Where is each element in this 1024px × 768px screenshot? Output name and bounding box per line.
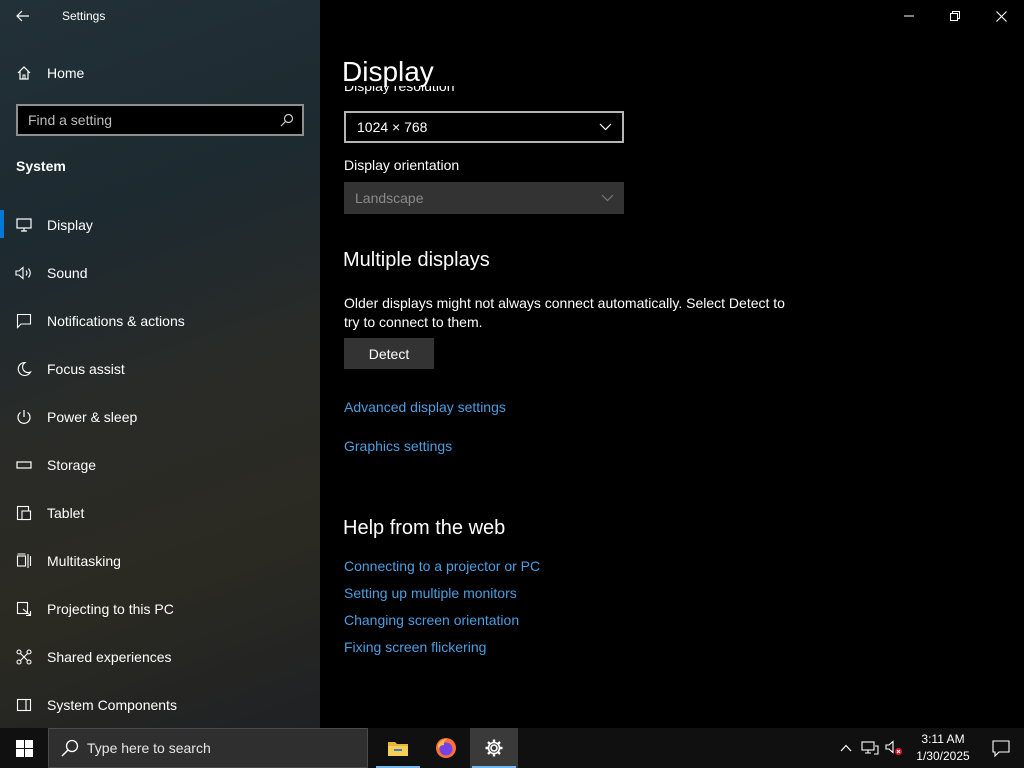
sidebar-item-projecting[interactable]: Projecting to this PC: [0, 589, 320, 629]
detect-button[interactable]: Detect: [344, 338, 434, 369]
projecting-icon: [0, 601, 48, 617]
volume-button[interactable]: [882, 728, 906, 768]
search-icon: [280, 113, 294, 127]
gear-icon: [485, 739, 503, 757]
resolution-value: 1024 × 768: [357, 119, 428, 135]
sidebar-item-label: Power & sleep: [47, 409, 138, 425]
search-icon: [61, 739, 79, 757]
sidebar-item-tablet[interactable]: Tablet: [0, 493, 320, 533]
home-label: Home: [47, 65, 85, 81]
home-nav-item[interactable]: Home: [0, 53, 320, 93]
back-arrow-icon: [16, 10, 29, 22]
shared-icon: [0, 649, 48, 665]
graphics-settings-link[interactable]: Graphics settings: [344, 438, 452, 454]
sidebar-item-label: Shared experiences: [47, 649, 172, 665]
multiple-displays-heading: Multiple displays: [343, 249, 490, 271]
multiple-displays-description: Older displays might not always connect …: [344, 295, 785, 330]
chevron-down-icon: [599, 123, 612, 131]
volume-muted-icon: [885, 740, 902, 755]
help-links: Connecting to a projector or PC Setting …: [344, 558, 540, 666]
sidebar-item-label: Sound: [47, 265, 88, 281]
sidebar: Settings Home System Display Sound Notif…: [0, 0, 320, 728]
app-title: Settings: [62, 9, 106, 23]
firefox-taskbar-button[interactable]: [422, 728, 470, 768]
monitor-icon: [0, 218, 48, 232]
system-tray: 3:11 AM 1/30/2025: [834, 728, 1024, 768]
help-link-projector[interactable]: Connecting to a projector or PC: [344, 558, 540, 585]
tablet-icon: [0, 505, 48, 521]
restore-button[interactable]: [932, 0, 978, 32]
restore-icon: [950, 11, 960, 21]
message-icon: [0, 313, 48, 329]
sidebar-item-shared-experiences[interactable]: Shared experiences: [0, 637, 320, 677]
power-icon: [0, 409, 48, 425]
find-setting-search[interactable]: [16, 104, 304, 136]
orientation-dropdown[interactable]: Landscape: [344, 182, 624, 214]
sidebar-item-label: Focus assist: [47, 361, 125, 377]
orientation-label: Display orientation: [344, 157, 460, 173]
clock-time: 3:11 AM: [921, 732, 965, 746]
network-button[interactable]: [858, 728, 882, 768]
sidebar-item-label: Notifications & actions: [47, 313, 185, 329]
firefox-icon: [436, 738, 456, 758]
action-center-button[interactable]: [978, 728, 1024, 768]
help-heading: Help from the web: [343, 517, 506, 539]
multitasking-icon: [0, 553, 48, 569]
taskbar-search[interactable]: [48, 728, 368, 768]
help-link-screen-flickering[interactable]: Fixing screen flickering: [344, 639, 540, 666]
minimize-button[interactable]: [886, 0, 932, 32]
sidebar-item-label: Storage: [47, 457, 97, 473]
start-button[interactable]: [0, 728, 48, 768]
back-button[interactable]: [0, 0, 46, 32]
window-controls: [886, 0, 1024, 32]
close-icon: [995, 10, 1007, 22]
folder-icon: [388, 742, 408, 756]
taskbar: 3:11 AM 1/30/2025: [0, 728, 1024, 768]
content-pane: Display Display resolution 1024 × 768 Di…: [320, 0, 1024, 728]
show-hidden-icons-button[interactable]: [834, 728, 858, 768]
clock[interactable]: 3:11 AM 1/30/2025: [908, 731, 978, 765]
sidebar-item-power-sleep[interactable]: Power & sleep: [0, 397, 320, 437]
chevron-up-icon: [840, 744, 852, 752]
sidebar-item-multitasking[interactable]: Multitasking: [0, 541, 320, 581]
components-icon: [0, 698, 48, 712]
sidebar-item-display[interactable]: Display: [0, 205, 320, 245]
speaker-icon: [0, 266, 48, 280]
taskbar-search-input[interactable]: [87, 740, 347, 756]
page-title: Display: [342, 56, 434, 87]
chevron-down-icon: [601, 194, 614, 202]
sidebar-item-system-components[interactable]: System Components: [0, 685, 320, 725]
orientation-value: Landscape: [355, 190, 424, 206]
windows-logo-icon: [15, 739, 33, 757]
home-icon: [0, 65, 48, 81]
file-explorer-taskbar-button[interactable]: [374, 728, 422, 768]
settings-taskbar-button[interactable]: [470, 728, 518, 768]
sidebar-item-label: Multitasking: [47, 553, 121, 569]
sidebar-item-label: System Components: [47, 697, 177, 713]
sidebar-item-label: Tablet: [47, 505, 85, 521]
sidebar-item-storage[interactable]: Storage: [0, 445, 320, 485]
title-bar: Settings: [0, 0, 320, 32]
resolution-label-text: Display resolution: [344, 86, 455, 94]
advanced-display-settings-link[interactable]: Advanced display settings: [344, 399, 506, 415]
storage-icon: [0, 460, 48, 470]
clock-date: 1/30/2025: [916, 749, 970, 763]
minimize-icon: [904, 15, 914, 17]
notification-icon: [992, 739, 1010, 757]
network-icon: [861, 741, 879, 755]
sidebar-item-label: Projecting to this PC: [47, 601, 174, 617]
resolution-dropdown[interactable]: 1024 × 768: [344, 111, 624, 143]
moon-icon: [0, 361, 48, 377]
section-label: System: [16, 158, 66, 174]
help-link-screen-orientation[interactable]: Changing screen orientation: [344, 612, 540, 639]
close-button[interactable]: [978, 0, 1024, 32]
sidebar-item-focus-assist[interactable]: Focus assist: [0, 349, 320, 389]
sidebar-item-sound[interactable]: Sound: [0, 253, 320, 293]
sidebar-item-notifications[interactable]: Notifications & actions: [0, 301, 320, 341]
resolution-label: Display resolution: [344, 86, 455, 100]
help-link-multiple-monitors[interactable]: Setting up multiple monitors: [344, 585, 540, 612]
sidebar-item-label: Display: [47, 217, 93, 233]
find-setting-input[interactable]: [28, 112, 268, 128]
